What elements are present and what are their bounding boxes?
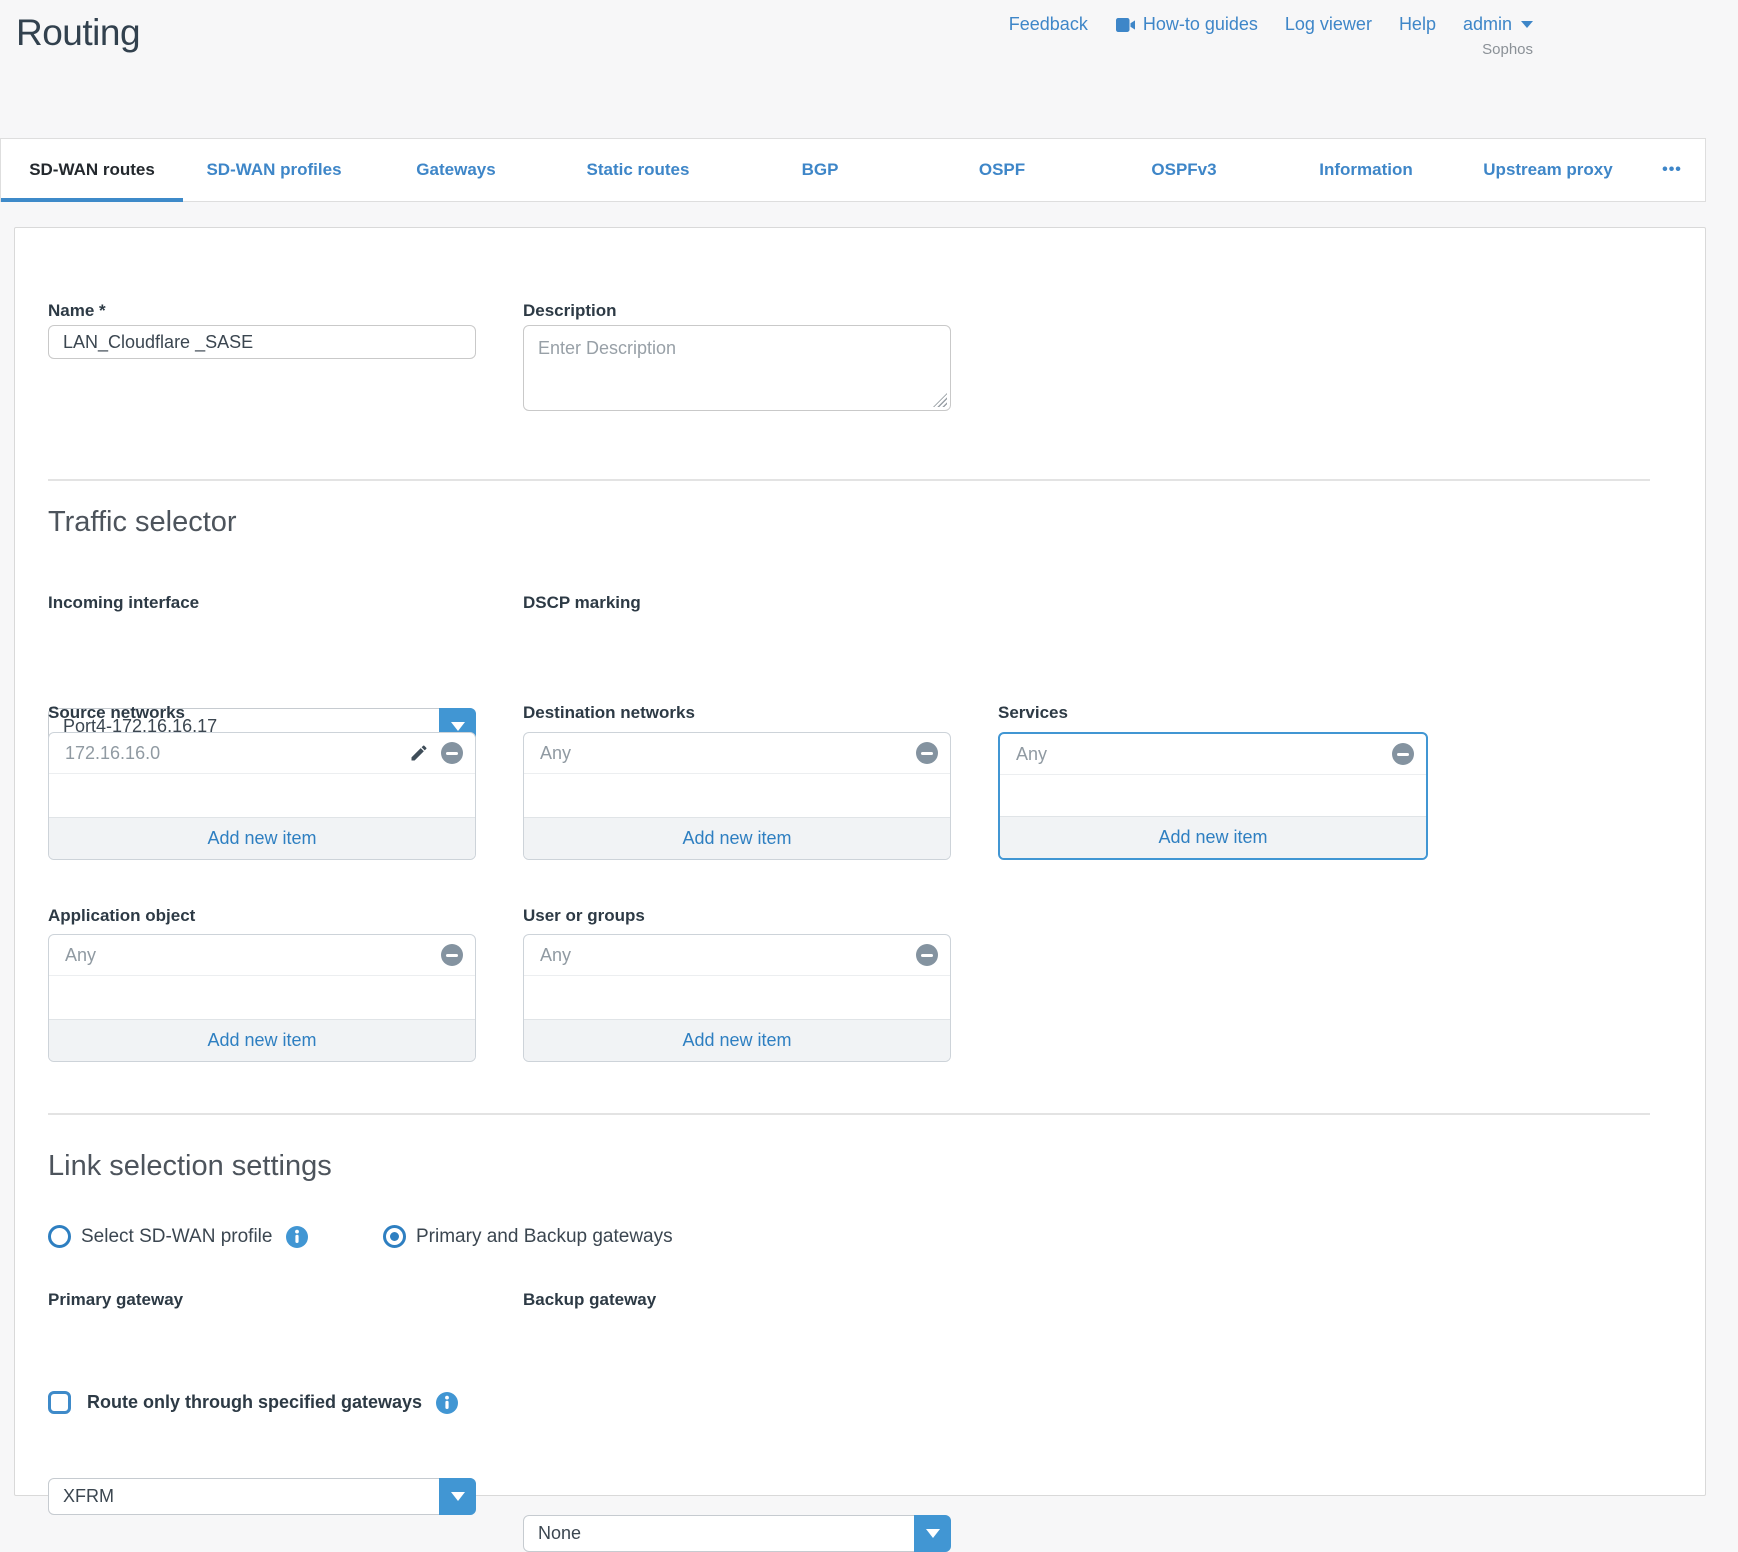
description-label: Description: [523, 301, 617, 321]
dropdown-button[interactable]: [914, 1515, 951, 1552]
name-input[interactable]: [48, 325, 476, 359]
services-box: Any Add new item: [998, 732, 1428, 860]
dscp-marking-label: DSCP marking: [523, 593, 641, 613]
description-wrap: [523, 325, 951, 411]
tab-ospf[interactable]: OSPF: [911, 139, 1093, 201]
primary-gateway-select[interactable]: XFRM: [48, 1478, 476, 1515]
listbox-spacer: [1000, 775, 1426, 816]
edit-pencil-icon[interactable]: [409, 743, 429, 763]
add-new-item-button[interactable]: Add new item: [49, 817, 475, 859]
video-camera-icon: [1115, 17, 1136, 33]
link-selection-heading: Link selection settings: [48, 1150, 332, 1183]
tabs-more-button[interactable]: •••: [1639, 139, 1705, 201]
incoming-interface-label: Incoming interface: [48, 593, 199, 613]
page-title: Routing: [16, 12, 140, 54]
tab-ospfv3[interactable]: OSPFv3: [1093, 139, 1275, 201]
source-networks-label: Source networks: [48, 703, 185, 723]
remove-item-icon[interactable]: [916, 944, 938, 966]
divider: [48, 1113, 1650, 1115]
add-new-item-button[interactable]: Add new item: [1000, 816, 1426, 858]
radio-label: Select SD-WAN profile: [81, 1226, 272, 1248]
application-object-box: Any Add new item: [48, 934, 476, 1062]
listbox-spacer: [524, 976, 950, 1019]
tab-information[interactable]: Information: [1275, 139, 1457, 201]
add-new-item-button[interactable]: Add new item: [524, 1019, 950, 1061]
tab-bgp[interactable]: BGP: [729, 139, 911, 201]
route-only-checkbox[interactable]: [48, 1391, 71, 1414]
help-link[interactable]: Help: [1399, 14, 1436, 35]
source-networks-box: 172.16.16.0 Add new item: [48, 732, 476, 860]
backup-gateway-label: Backup gateway: [523, 1290, 656, 1310]
listbox-spacer: [49, 976, 475, 1019]
user-or-groups-box: Any Add new item: [523, 934, 951, 1062]
checkbox-label: Route only through specified gateways: [87, 1392, 422, 1413]
remove-item-icon[interactable]: [916, 742, 938, 764]
remove-item-icon[interactable]: [441, 944, 463, 966]
remove-item-icon[interactable]: [441, 742, 463, 764]
primary-backup-radio-row: Primary and Backup gateways: [383, 1225, 673, 1248]
dropdown-button[interactable]: [439, 1478, 476, 1515]
admin-menu[interactable]: admin: [1463, 14, 1533, 35]
sdwan-profile-radio-row: Select SD-WAN profile: [48, 1225, 308, 1248]
primary-gateway-label: Primary gateway: [48, 1290, 183, 1310]
brand-label: Sophos: [1482, 41, 1533, 58]
tab-sd-wan-routes[interactable]: SD-WAN routes: [1, 139, 183, 201]
info-icon[interactable]: [286, 1226, 308, 1248]
destination-networks-box: Any Add new item: [523, 732, 951, 860]
radio-primary-backup-gateways[interactable]: [383, 1225, 406, 1248]
services-label: Services: [998, 703, 1068, 723]
user-or-groups-label: User or groups: [523, 906, 645, 926]
route-only-checkbox-row: Route only through specified gateways: [48, 1391, 458, 1414]
chevron-down-icon: [451, 1492, 465, 1501]
listbox-spacer: [524, 774, 950, 817]
list-item: Any: [1000, 734, 1426, 775]
chevron-down-icon: [1521, 21, 1533, 28]
tab-bar: SD-WAN routes SD-WAN profiles Gateways S…: [0, 138, 1706, 202]
name-label: Name *: [48, 301, 106, 321]
tab-sd-wan-profiles[interactable]: SD-WAN profiles: [183, 139, 365, 201]
chevron-down-icon: [926, 1529, 940, 1538]
remove-item-icon[interactable]: [1392, 743, 1414, 765]
tab-gateways[interactable]: Gateways: [365, 139, 547, 201]
required-marker: *: [99, 301, 106, 320]
info-icon[interactable]: [436, 1392, 458, 1414]
list-item: Any: [524, 733, 950, 774]
sd-wan-route-form: Name * Description Traffic selector Inco…: [14, 227, 1706, 1496]
app-header: Routing Feedback How-to guides Log viewe…: [0, 0, 1738, 138]
log-viewer-link[interactable]: Log viewer: [1285, 14, 1372, 35]
feedback-link[interactable]: Feedback: [1009, 14, 1088, 35]
radio-select-sdwan-profile[interactable]: [48, 1225, 71, 1248]
destination-networks-label: Destination networks: [523, 703, 695, 723]
list-item: Any: [524, 935, 950, 976]
add-new-item-button[interactable]: Add new item: [49, 1019, 475, 1061]
backup-gateway-select[interactable]: None: [523, 1515, 951, 1552]
header-links: Feedback How-to guides Log viewer Help a…: [1009, 14, 1533, 35]
chevron-down-icon: [451, 722, 465, 731]
traffic-selector-heading: Traffic selector: [48, 506, 237, 539]
tab-upstream-proxy[interactable]: Upstream proxy: [1457, 139, 1639, 201]
description-input[interactable]: [523, 325, 951, 411]
add-new-item-button[interactable]: Add new item: [524, 817, 950, 859]
listbox-spacer: [49, 774, 475, 817]
application-object-label: Application object: [48, 906, 195, 926]
divider: [48, 479, 1650, 481]
radio-label: Primary and Backup gateways: [416, 1226, 673, 1248]
howto-guides-link[interactable]: How-to guides: [1115, 14, 1258, 35]
list-item: Any: [49, 935, 475, 976]
tab-static-routes[interactable]: Static routes: [547, 139, 729, 201]
list-item: 172.16.16.0: [49, 733, 475, 774]
